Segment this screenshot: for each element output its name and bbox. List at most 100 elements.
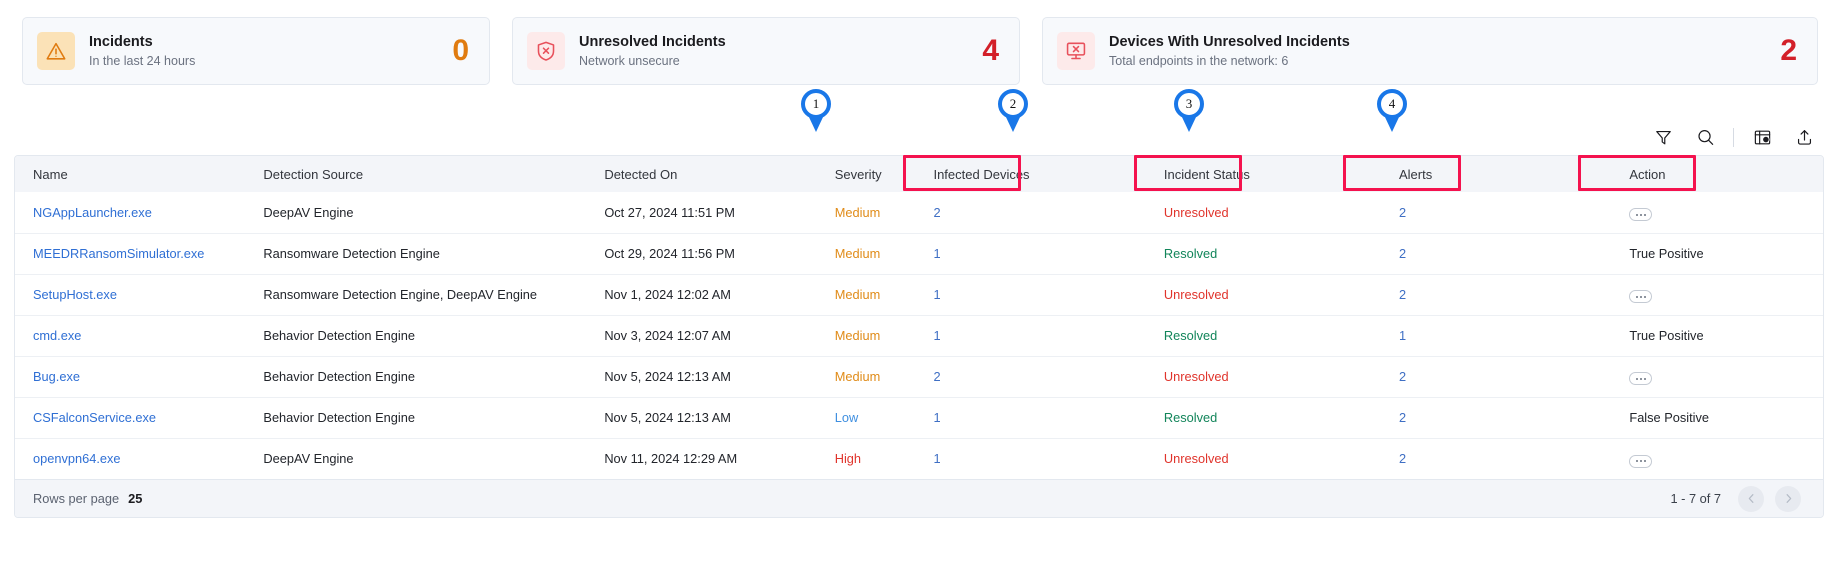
kpi-title: Incidents	[89, 33, 153, 50]
cell-infected-devices[interactable]: 2	[915, 356, 1145, 397]
cell-infected-devices[interactable]: 1	[915, 315, 1145, 356]
cell-infected-devices[interactable]: 1	[915, 274, 1145, 315]
cell-alerts-text[interactable]: 2	[1399, 205, 1406, 220]
cell-detected-on: Oct 27, 2024 11:51 PM	[586, 192, 816, 233]
table-toolbar	[1653, 124, 1814, 150]
cell-alerts[interactable]: 2	[1381, 274, 1611, 315]
cell-action[interactable]	[1611, 192, 1823, 233]
table-row[interactable]: NGAppLauncher.exe DeepAV Engine Oct 27, 20…	[15, 192, 1823, 233]
kpi-subtitle: Total endpoints in the network: 6	[1109, 53, 1289, 68]
table-row[interactable]: Bug.exe Behavior Detection Engine Nov 5, 2…	[15, 356, 1823, 397]
cell-infected-devices-text[interactable]: 2	[933, 369, 940, 384]
column-header-action[interactable]: Action	[1611, 156, 1823, 192]
table-row[interactable]: openvpn64.exe DeepAV Engine Nov 11, 2024 1…	[15, 438, 1823, 479]
cell-alerts-text[interactable]: 2	[1399, 451, 1406, 466]
incidents-dashboard: Incidents In the last 24 hours 0 Unresol…	[0, 0, 1838, 584]
cell-action: True Positive	[1611, 233, 1823, 274]
search-icon[interactable]	[1695, 127, 1715, 147]
cell-name[interactable]: Bug.exe	[15, 356, 245, 397]
pagination: 1 - 7 of 7	[1670, 485, 1801, 512]
cell-action[interactable]	[1611, 438, 1823, 479]
cell-alerts-text[interactable]: 2	[1399, 246, 1406, 261]
cell-detected-on-text: Nov 3, 2024 12:07 AM	[604, 328, 731, 343]
kpi-card-devices-with-unresolved-incidents[interactable]: Devices With Unresolved Incidents Total …	[1042, 17, 1818, 85]
annotation-pin-4: 4	[1375, 89, 1409, 133]
column-header-name[interactable]: Name	[15, 156, 245, 192]
cell-action[interactable]	[1611, 274, 1823, 315]
cell-name-text[interactable]: MEEDRRansomSimulator.exe	[33, 246, 204, 261]
cell-infected-devices[interactable]: 1	[915, 397, 1145, 438]
cell-infected-devices-text[interactable]: 1	[933, 451, 940, 466]
chevron-left-icon[interactable]	[1738, 485, 1764, 512]
cell-alerts[interactable]: 1	[1381, 315, 1611, 356]
action-verdict-label: True Positive	[1629, 246, 1704, 261]
kpi-card-incidents[interactable]: Incidents In the last 24 hours 0	[22, 17, 490, 85]
cell-alerts[interactable]: 2	[1381, 438, 1611, 479]
cell-detected-on: Nov 5, 2024 12:13 AM	[586, 356, 816, 397]
cell-name-text[interactable]: openvpn64.exe	[33, 451, 121, 466]
cell-alerts-text[interactable]: 2	[1399, 410, 1406, 425]
cell-name-text[interactable]: NGAppLauncher.exe	[33, 205, 152, 220]
cell-detection-source-text: Ransomware Detection Engine	[263, 246, 440, 261]
table-row[interactable]: SetupHost.exe Ransomware Detection Engine…	[15, 274, 1823, 315]
cell-name[interactable]: SetupHost.exe	[15, 274, 245, 315]
rows-per-page-control[interactable]: Rows per page 25	[33, 491, 142, 506]
cell-alerts-text[interactable]: 2	[1399, 287, 1406, 302]
cell-name-text[interactable]: Bug.exe	[33, 369, 80, 384]
cell-severity: Medium	[817, 315, 916, 356]
cell-incident-status-text: Unresolved	[1163, 287, 1229, 302]
column-header-severity[interactable]: Severity	[817, 156, 916, 192]
action-menu-icon[interactable]	[1629, 208, 1653, 221]
cell-infected-devices-text[interactable]: 1	[933, 246, 940, 261]
kpi-card-unresolved-incidents[interactable]: Unresolved Incidents Network unsecure 4	[512, 17, 1020, 85]
cell-alerts[interactable]: 2	[1381, 233, 1611, 274]
column-header-alerts[interactable]: Alerts	[1381, 156, 1611, 192]
cell-infected-devices-text[interactable]: 2	[933, 205, 940, 220]
cell-severity-text: Low	[834, 410, 859, 425]
cell-infected-devices[interactable]: 1	[915, 233, 1145, 274]
cell-alerts[interactable]: 2	[1381, 356, 1611, 397]
action-menu-icon[interactable]	[1629, 454, 1653, 468]
cell-detection-source: Behavior Detection Engine	[245, 315, 586, 356]
cell-alerts[interactable]: 2	[1381, 397, 1611, 438]
cell-infected-devices[interactable]: 2	[915, 192, 1145, 233]
cell-name-text[interactable]: cmd.exe	[33, 328, 81, 343]
table-columns-settings-icon[interactable]	[1752, 127, 1772, 147]
cell-action[interactable]	[1611, 356, 1823, 397]
cell-name[interactable]: openvpn64.exe	[15, 438, 245, 479]
rows-per-page-value[interactable]: 25	[128, 491, 142, 506]
cell-infected-devices-text[interactable]: 1	[933, 410, 940, 425]
cell-name[interactable]: NGAppLauncher.exe	[15, 192, 245, 233]
kpi-subtitle: In the last 24 hours	[89, 53, 196, 68]
cell-name[interactable]: CSFalconService.exe	[15, 397, 245, 438]
table-row[interactable]: CSFalconService.exe Behavior Detection En…	[15, 397, 1823, 438]
chevron-right-icon[interactable]	[1775, 485, 1801, 512]
cell-name-text[interactable]: CSFalconService.exe	[33, 410, 156, 425]
cell-name[interactable]: cmd.exe	[15, 315, 245, 356]
cell-infected-devices-text[interactable]: 1	[933, 287, 940, 302]
kpi-title: Devices With Unresolved Incidents	[1109, 33, 1350, 50]
column-header-incident-status[interactable]: Incident Status	[1146, 156, 1381, 192]
cell-incident-status: Resolved	[1146, 315, 1381, 356]
cell-name-text[interactable]: SetupHost.exe	[33, 287, 117, 302]
cell-name[interactable]: MEEDRRansomSimulator.exe	[15, 233, 245, 274]
cell-infected-devices[interactable]: 1	[915, 438, 1145, 479]
table-footer: Rows per page 25 1 - 7 of 7	[15, 479, 1823, 517]
cell-alerts-text[interactable]: 1	[1399, 328, 1406, 343]
table-row[interactable]: cmd.exe Behavior Detection Engine Nov 3, 2…	[15, 315, 1823, 356]
cell-detected-on-text: Oct 27, 2024 11:51 PM	[604, 204, 735, 220]
kpi-card-text: Unresolved Incidents Network unsecure	[579, 33, 970, 70]
export-upload-icon[interactable]	[1794, 127, 1814, 147]
filter-funnel-icon[interactable]	[1653, 127, 1673, 147]
cell-alerts-text[interactable]: 2	[1399, 369, 1406, 384]
cell-severity: Low	[817, 397, 916, 438]
action-menu-icon[interactable]	[1629, 290, 1653, 304]
cell-infected-devices-text[interactable]: 1	[933, 328, 940, 343]
action-menu-icon[interactable]	[1629, 372, 1653, 386]
column-header-infected-devices[interactable]: Infected Devices	[915, 156, 1145, 192]
cell-severity: High	[817, 438, 916, 479]
table-row[interactable]: MEEDRRansomSimulator.exe Ransomware Detec…	[15, 233, 1823, 274]
column-header-detected-on[interactable]: Detected On	[586, 156, 816, 192]
cell-alerts[interactable]: 2	[1381, 192, 1611, 233]
column-header-detection-source[interactable]: Detection Source	[245, 156, 586, 192]
